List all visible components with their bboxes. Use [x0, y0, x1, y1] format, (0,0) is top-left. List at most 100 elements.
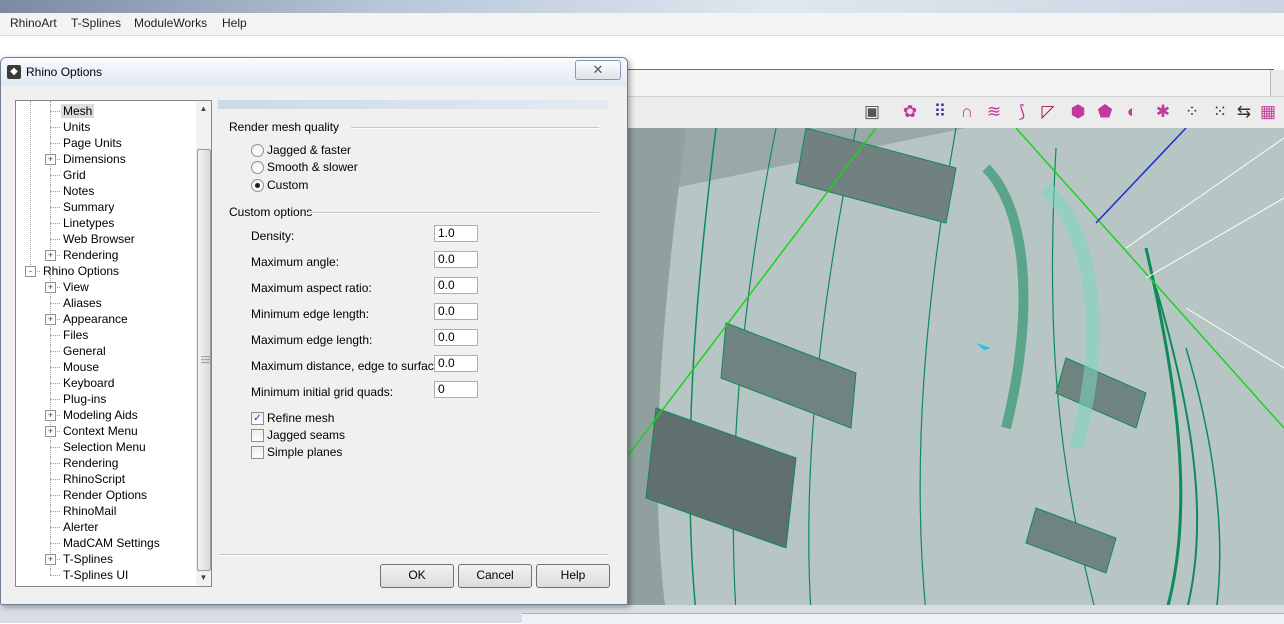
- camera-icon[interactable]: ▣: [860, 101, 884, 123]
- tree-item-label: Linetypes: [63, 216, 115, 230]
- menu-tsplines[interactable]: T-Splines: [71, 16, 121, 30]
- tree-item[interactable]: Page Units: [61, 135, 124, 151]
- tree-item[interactable]: Rhino Options: [41, 263, 121, 279]
- tree-item[interactable]: Context Menu: [61, 423, 140, 439]
- expand-icon[interactable]: +: [45, 250, 56, 261]
- min-edge-length-input[interactable]: [434, 303, 478, 320]
- tree-item-label: Units: [63, 120, 91, 134]
- tree-item-label: View: [63, 280, 89, 294]
- expand-icon[interactable]: +: [45, 410, 56, 421]
- max-distance-input[interactable]: [434, 355, 478, 372]
- fold-surface-icon[interactable]: ⟆: [1010, 101, 1034, 123]
- tree-item[interactable]: View: [61, 279, 91, 295]
- button-divider: [218, 554, 609, 556]
- max-edge-length-input[interactable]: [434, 329, 478, 346]
- tree-item[interactable]: Aliases: [61, 295, 104, 311]
- tree-item[interactable]: Render Options: [61, 487, 149, 503]
- menu-moduleworks[interactable]: ModuleWorks: [134, 16, 207, 30]
- tree-item-label: Notes: [63, 184, 95, 198]
- simple-planes-box[interactable]: [251, 446, 264, 459]
- perspective-viewport[interactable]: [626, 128, 1284, 613]
- min-grid-quads-label: Minimum initial grid quads:: [251, 385, 394, 399]
- options-tree[interactable]: Mesh Units Page Units Dimensions + Grid Notes S…: [15, 100, 212, 587]
- box-icon[interactable]: ⬟: [1093, 101, 1117, 123]
- tree-scrollbar[interactable]: ▲ — — — ▼: [196, 101, 211, 586]
- pipe-icon[interactable]: ◐: [1120, 101, 1144, 123]
- point-grid-icon[interactable]: ⠿: [928, 101, 952, 123]
- tree-item[interactable]: Rendering: [61, 455, 120, 471]
- tree-item[interactable]: Units: [61, 119, 92, 135]
- max-distance-label: Maximum distance, edge to surface:: [251, 359, 444, 373]
- tree-item[interactable]: General: [61, 343, 108, 359]
- max-angle-input[interactable]: [434, 251, 478, 268]
- ok-button[interactable]: OK: [380, 564, 454, 588]
- tree-item[interactable]: T-Splines: [61, 551, 115, 567]
- collapse-icon[interactable]: -: [25, 266, 36, 277]
- tree-item-label: Alerter: [63, 520, 99, 534]
- tree-item[interactable]: Grid: [61, 167, 88, 183]
- refine-mesh-label: Refine mesh: [267, 411, 335, 425]
- tree-item[interactable]: Web Browser: [61, 231, 137, 247]
- network-surface-icon[interactable]: ✱: [1151, 101, 1175, 123]
- tree-item[interactable]: Keyboard: [61, 375, 116, 391]
- expand-icon[interactable]: +: [45, 282, 56, 293]
- tree-guide-line: [50, 527, 60, 528]
- tree-item[interactable]: Plug-ins: [61, 391, 108, 407]
- dialog-titlebar[interactable]: ◆ Rhino Options ✕: [1, 58, 627, 86]
- scroll-up-icon[interactable]: ▲: [196, 101, 211, 117]
- menu-help[interactable]: Help: [222, 16, 247, 30]
- tree-item[interactable]: Alerter: [61, 519, 100, 535]
- expand-icon[interactable]: +: [45, 554, 56, 565]
- arch-icon[interactable]: ∩: [955, 101, 979, 123]
- polyhedron-icon[interactable]: ⬢: [1066, 101, 1090, 123]
- scroll-down-icon[interactable]: ▼: [196, 570, 211, 586]
- tree-item[interactable]: Modeling Aids: [61, 407, 140, 423]
- point-array-icon[interactable]: ⁘: [1180, 101, 1204, 123]
- tree-item-label: Selection Menu: [63, 440, 146, 454]
- close-button[interactable]: ✕: [575, 60, 621, 80]
- tree-item[interactable]: Selection Menu: [61, 439, 148, 455]
- radio-jagged-label: Jagged & faster: [267, 143, 352, 157]
- tree-item[interactable]: RhinoScript: [61, 471, 127, 487]
- tree-item[interactable]: Rendering: [61, 247, 120, 263]
- tree-item[interactable]: Mouse: [61, 359, 101, 375]
- radio-smooth-dot[interactable]: [251, 161, 264, 174]
- radio-jagged-dot[interactable]: [251, 144, 264, 157]
- mesh-grid-icon[interactable]: ▦: [1256, 101, 1280, 123]
- tree-item-label: Aliases: [63, 296, 102, 310]
- command-prompt-area[interactable]: [626, 70, 1270, 96]
- tree-item[interactable]: RhinoMail: [61, 503, 118, 519]
- tree-item[interactable]: Summary: [61, 199, 116, 215]
- tree-guide-line: [50, 335, 60, 336]
- density-input[interactable]: [434, 225, 478, 242]
- tree-scroll-thumb[interactable]: — — —: [197, 149, 211, 571]
- tree-item[interactable]: Appearance: [61, 311, 130, 327]
- radio-custom-dot[interactable]: [251, 179, 264, 192]
- tree-item[interactable]: T-Splines UI: [61, 567, 130, 583]
- model-wireframe: [626, 128, 1284, 613]
- tree-item[interactable]: Files: [61, 327, 90, 343]
- control-points-icon[interactable]: ⁙: [1208, 101, 1232, 123]
- tree-item[interactable]: Linetypes: [61, 215, 116, 231]
- max-aspect-ratio-input[interactable]: [434, 277, 478, 294]
- tree-item[interactable]: Mesh: [61, 103, 95, 119]
- expand-icon[interactable]: +: [45, 426, 56, 437]
- tree-item[interactable]: Notes: [61, 183, 96, 199]
- custom-options-divider: [307, 212, 599, 214]
- blend-surface-icon[interactable]: ✿: [898, 101, 922, 123]
- menu-rhinoart[interactable]: RhinoArt: [10, 16, 57, 30]
- expand-icon[interactable]: +: [45, 154, 56, 165]
- cancel-button[interactable]: Cancel: [458, 564, 532, 588]
- tree-item-label: Appearance: [63, 312, 128, 326]
- density-label: Density:: [251, 229, 295, 243]
- tree-item[interactable]: Dimensions: [61, 151, 128, 167]
- move-uvn-icon[interactable]: ⇆: [1232, 101, 1256, 123]
- cylinder-strip-icon[interactable]: ≋: [982, 101, 1006, 123]
- expand-icon[interactable]: +: [45, 314, 56, 325]
- check-icon[interactable]: ✓: [251, 412, 264, 425]
- cage-edit-icon[interactable]: ◸: [1036, 101, 1060, 123]
- help-button[interactable]: Help: [536, 564, 610, 588]
- min-grid-quads-input[interactable]: [434, 381, 478, 398]
- jagged-seams-box[interactable]: [251, 429, 264, 442]
- tree-item[interactable]: MadCAM Settings: [61, 535, 162, 551]
